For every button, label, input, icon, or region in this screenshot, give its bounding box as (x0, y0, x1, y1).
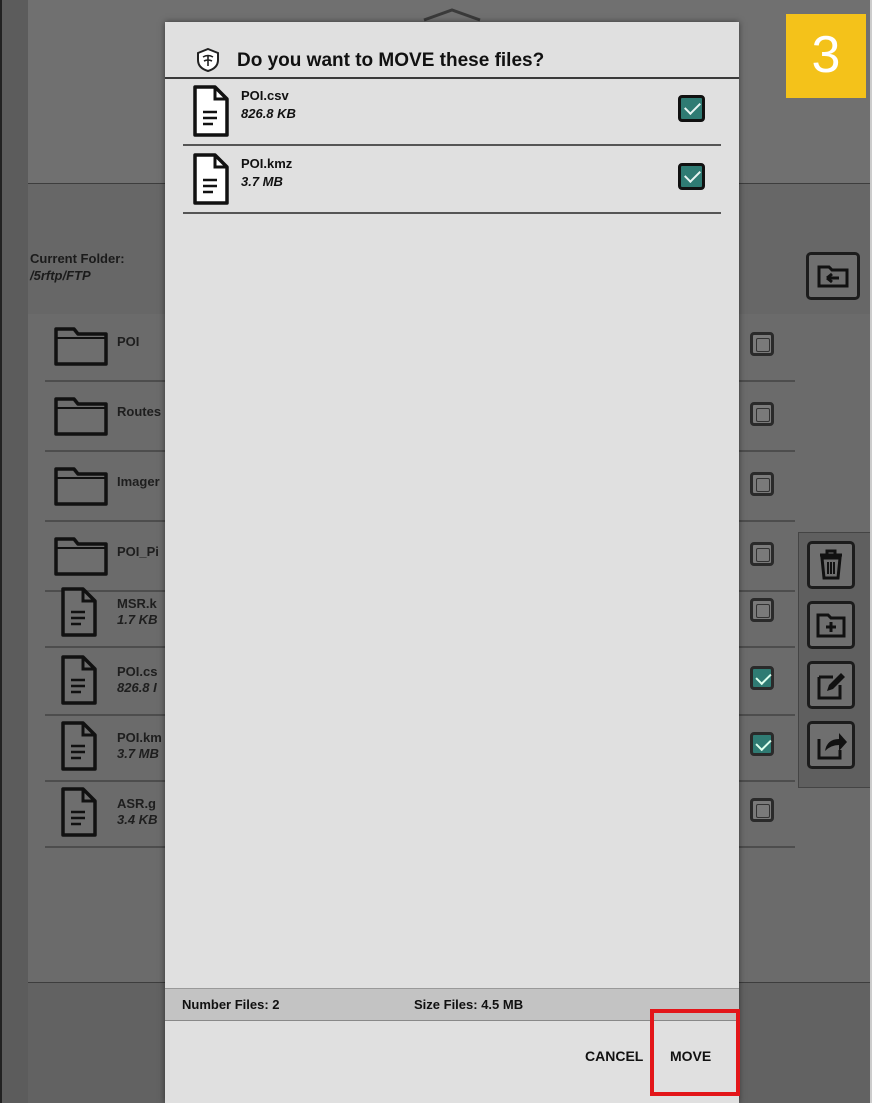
item-checkbox[interactable] (750, 472, 774, 496)
share-icon (817, 733, 847, 760)
item-name: MSR.k 1.7 KB (117, 596, 158, 627)
current-folder-path: /5rftp/FTP (30, 268, 91, 283)
item-name: Imager (117, 474, 160, 489)
item-name: POI (117, 334, 140, 349)
tool-panel (798, 532, 872, 788)
dialog-file-item[interactable]: POI.kmz 3.7 MB (183, 146, 721, 214)
item-name: POI_Pi (117, 544, 159, 559)
item-checkbox[interactable] (750, 666, 774, 690)
current-folder-label: Current Folder: (30, 251, 125, 266)
folder-icon (54, 467, 108, 506)
rename-button[interactable] (807, 661, 855, 709)
new-folder-button[interactable] (807, 601, 855, 649)
item-checkbox[interactable] (750, 598, 774, 622)
file-icon (61, 787, 97, 837)
folder-up-icon (817, 265, 849, 288)
current-folder: Current Folder: /5rftp/FTP (30, 250, 125, 284)
file-size: 826.8 KB (241, 106, 296, 121)
file-icon (61, 655, 97, 705)
app-logo-icon (197, 48, 219, 72)
item-name: Routes (117, 404, 162, 419)
item-name: ASR.g 3.4 KB (117, 796, 158, 827)
step-badge: 3 (786, 14, 866, 98)
move-button[interactable]: MOVE (670, 1048, 711, 1064)
file-checkbox[interactable] (678, 163, 705, 190)
new-folder-icon (816, 613, 846, 638)
dialog-file-item[interactable]: POI.csv 826.8 KB (183, 78, 721, 146)
number-files: Number Files: 2 (182, 997, 280, 1012)
item-checkbox[interactable] (750, 402, 774, 426)
dialog-title: Do you want to MOVE these files? (237, 50, 545, 71)
file-name: POI.csv (241, 88, 289, 103)
item-name: POI.km 3.7 MB (117, 730, 162, 761)
dialog-header: Do you want to MOVE these files? (165, 22, 739, 79)
rename-icon (817, 673, 845, 700)
folder-icon (54, 327, 108, 366)
file-name: POI.kmz (241, 156, 293, 171)
cancel-button[interactable]: CANCEL (585, 1048, 643, 1064)
item-checkbox[interactable] (750, 542, 774, 566)
dialog-summary: Number Files: 2 Size Files: 4.5 MB (165, 988, 739, 1021)
pull-handle-icon (423, 8, 481, 22)
file-icon (61, 721, 97, 771)
device-bezel (0, 0, 2, 1103)
file-icon (193, 153, 229, 205)
file-icon (193, 85, 229, 137)
item-checkbox[interactable] (750, 798, 774, 822)
folder-icon (54, 397, 108, 436)
trash-icon (820, 549, 842, 580)
move-files-dialog: Do you want to MOVE these files? POI.csv… (165, 22, 739, 1103)
delete-button[interactable] (807, 541, 855, 589)
file-icon (61, 587, 97, 637)
item-name: POI.cs 826.8 I (117, 664, 158, 695)
item-checkbox[interactable] (750, 332, 774, 356)
size-files: Size Files: 4.5 MB (414, 997, 524, 1012)
app-screen: Current Folder: /5rftp/FTP POI Routes Im… (0, 0, 872, 1103)
folder-up-button[interactable] (806, 252, 860, 300)
share-button[interactable] (807, 721, 855, 769)
left-edge (0, 0, 28, 1103)
file-size: 3.7 MB (241, 174, 283, 189)
folder-icon (54, 537, 108, 576)
file-checkbox[interactable] (678, 95, 705, 122)
item-checkbox[interactable] (750, 732, 774, 756)
